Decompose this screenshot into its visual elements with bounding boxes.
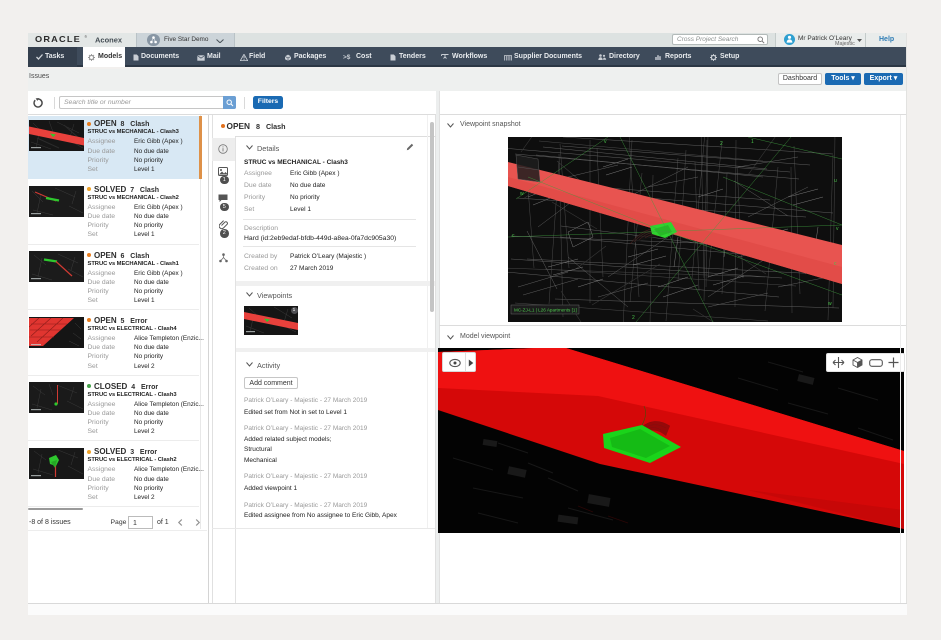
svg-text:w: w bbox=[520, 191, 524, 197]
svg-text:2: 2 bbox=[720, 141, 723, 147]
svg-text:MC-ZJ-L1 | L26 Apartments [1]: MC-ZJ-L1 | L26 Apartments [1] bbox=[514, 308, 577, 313]
svg-text:1: 1 bbox=[751, 139, 754, 145]
svg-text:2: 2 bbox=[632, 315, 635, 321]
svg-text:w: w bbox=[828, 301, 832, 307]
svg-text:u: u bbox=[834, 178, 837, 184]
